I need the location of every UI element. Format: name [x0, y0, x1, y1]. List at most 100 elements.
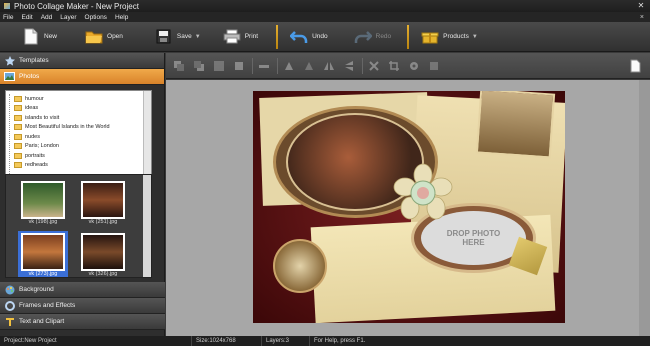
new-button[interactable]: New: [18, 25, 61, 49]
tree-item[interactable]: ideas: [14, 104, 110, 114]
toolbar-divider: [362, 57, 363, 74]
tree-item[interactable]: portraits: [14, 151, 110, 161]
tree-item[interactable]: redheads: [14, 161, 110, 171]
tree-item[interactable]: humour: [14, 94, 110, 104]
vintage-house-photo[interactable]: [475, 91, 556, 159]
save-dropdown-icon[interactable]: ▼: [195, 34, 201, 40]
send-to-back-icon[interactable]: [232, 59, 246, 73]
templates-section-header[interactable]: Templates: [0, 53, 164, 69]
menu-help[interactable]: Help: [115, 14, 128, 21]
print-label: Print: [244, 33, 259, 40]
folder-icon: [14, 133, 22, 140]
frame-icon: [4, 300, 15, 311]
status-size: Size:1024x768: [192, 336, 262, 346]
text-icon: [4, 316, 15, 327]
thumbnail-image: [21, 233, 65, 271]
open-button[interactable]: Open: [81, 25, 127, 49]
photo-thumbnail[interactable]: vk (326).jpg: [78, 231, 128, 277]
background-section-header[interactable]: Background: [0, 282, 165, 298]
menu-layer[interactable]: Layer: [60, 14, 76, 21]
compass-clipart[interactable]: [273, 239, 327, 293]
tree-item-label: ideas: [25, 105, 39, 112]
redo-icon: [354, 28, 372, 46]
status-help: For Help, press F1.: [314, 338, 366, 344]
palette-icon: [4, 284, 15, 295]
page-icon[interactable]: [628, 59, 642, 73]
folder-open-icon: [85, 28, 103, 46]
menu-options[interactable]: Options: [85, 14, 107, 21]
effects-icon[interactable]: [427, 59, 441, 73]
folder-icon: [14, 105, 22, 112]
flip-horizontal-icon[interactable]: [322, 59, 336, 73]
tree-item[interactable]: nudes: [14, 132, 110, 142]
rotate-left-icon[interactable]: [282, 59, 296, 73]
settings-icon[interactable]: [407, 59, 421, 73]
rotate-right-icon[interactable]: [302, 59, 316, 73]
redo-label: Redo: [375, 33, 392, 40]
thumbnail-image: [81, 233, 125, 271]
canvas-scrollbar[interactable]: [639, 80, 650, 336]
tree-item[interactable]: islands to visit: [14, 113, 110, 123]
toolbar-divider: [277, 57, 278, 74]
text-clipart-section-header[interactable]: Text and Clipart: [0, 314, 165, 330]
photos-section-header[interactable]: Photos: [0, 69, 164, 85]
close-document-button[interactable]: ×: [640, 14, 644, 21]
thumbnail-image: [21, 181, 65, 219]
left-panel: Templates Photos humour ideas islands to…: [0, 53, 165, 336]
frames-section-header[interactable]: Frames and Effects: [0, 298, 165, 314]
menu-bar: File Edit Add Layer Options Help ×: [0, 12, 650, 22]
flower-clipart[interactable]: [393, 163, 453, 223]
tree-item-label: nudes: [25, 133, 40, 140]
tree-item[interactable]: Most Beautiful Islands in the World: [14, 123, 110, 133]
tree-item-label: redheads: [25, 162, 48, 169]
photo-thumbnail[interactable]: vk (251).jpg: [78, 179, 128, 225]
star-icon: [4, 55, 15, 66]
align-icon[interactable]: [257, 59, 271, 73]
products-button[interactable]: Products ▼: [417, 25, 482, 49]
tree-item-label: portraits: [25, 152, 45, 159]
menu-edit[interactable]: Edit: [21, 14, 32, 21]
print-button[interactable]: Print: [219, 25, 262, 49]
toolbar-divider: [252, 57, 253, 74]
tree-item-label: Most Beautiful Islands in the World: [25, 124, 110, 131]
photo-thumbnail[interactable]: vk (198).jpg: [18, 179, 68, 225]
delete-icon[interactable]: [367, 59, 381, 73]
thumbnail-caption: vk (326).jpg: [88, 271, 118, 277]
thumbnail-caption: vk (273).jpg: [28, 271, 58, 277]
folder-icon: [14, 152, 22, 159]
menu-add[interactable]: Add: [41, 14, 53, 21]
status-bar: Project:New Project Size:1024x768 Layers…: [0, 336, 650, 346]
save-icon: [155, 28, 173, 46]
frames-label: Frames and Effects: [19, 302, 76, 309]
thumbnail-image: [81, 181, 125, 219]
save-label: Save: [176, 33, 192, 40]
menu-file[interactable]: File: [3, 14, 13, 21]
drop-photo-text-line2: HERE: [462, 238, 485, 247]
collage-canvas[interactable]: DROP PHOTO HERE: [253, 91, 565, 323]
photo-thumbnail-selected[interactable]: vk (273).jpg: [18, 231, 68, 277]
thumbnail-caption: vk (251).jpg: [88, 219, 118, 225]
drop-photo-text-line1: DROP PHOTO: [446, 229, 501, 238]
save-button[interactable]: Save ▼: [151, 25, 205, 49]
undo-button[interactable]: Undo: [286, 25, 332, 49]
toolbar-separator: [276, 24, 279, 49]
thumbnails-scrollbar[interactable]: [143, 175, 151, 277]
main-toolbar: New Open Save ▼ Print Undo Redo Products…: [0, 22, 650, 52]
window-title: Photo Collage Maker - New Project: [14, 1, 139, 11]
photo-icon: [4, 71, 15, 82]
bring-forward-icon[interactable]: [172, 59, 186, 73]
toolbar-separator: [407, 24, 410, 49]
bring-to-front-icon[interactable]: [212, 59, 226, 73]
undo-icon: [290, 28, 308, 46]
products-dropdown-icon[interactable]: ▼: [472, 34, 478, 40]
redo-button[interactable]: Redo: [350, 25, 396, 49]
crop-icon[interactable]: [387, 59, 401, 73]
status-project: Project:New Project: [0, 336, 192, 346]
close-window-button[interactable]: ✕: [636, 2, 646, 10]
text-clipart-label: Text and Clipart: [19, 318, 65, 325]
app-icon: [3, 2, 11, 10]
tree-item[interactable]: Paris; London: [14, 142, 110, 152]
undo-label: Undo: [312, 33, 328, 40]
send-backward-icon[interactable]: [192, 59, 206, 73]
flip-vertical-icon[interactable]: [342, 59, 356, 73]
